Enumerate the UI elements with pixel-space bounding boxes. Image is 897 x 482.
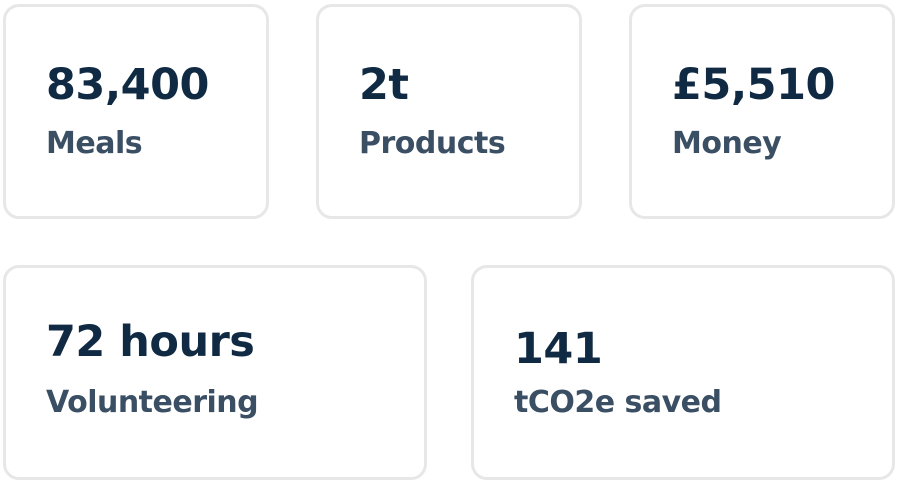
stat-card-meals: 83,400 Meals (3, 4, 269, 219)
stat-value: 141 (514, 324, 603, 374)
stat-label: tCO2e saved (514, 385, 722, 420)
stat-label: Volunteering (46, 385, 259, 420)
stat-card-products: 2t Products (316, 4, 582, 219)
stat-card-volunteering: 72 hours Volunteering (3, 265, 427, 480)
stat-value: 2t (359, 60, 409, 110)
stat-label: Meals (46, 126, 143, 161)
stat-label: Products (359, 126, 506, 161)
stat-value: 72 hours (46, 317, 255, 367)
stat-label: Money (672, 126, 782, 161)
stat-value: 83,400 (46, 60, 209, 110)
stat-card-money: £5,510 Money (629, 4, 895, 219)
stat-value: £5,510 (672, 60, 835, 110)
stat-card-carbon-saved: 141 tCO2e saved (471, 265, 895, 480)
